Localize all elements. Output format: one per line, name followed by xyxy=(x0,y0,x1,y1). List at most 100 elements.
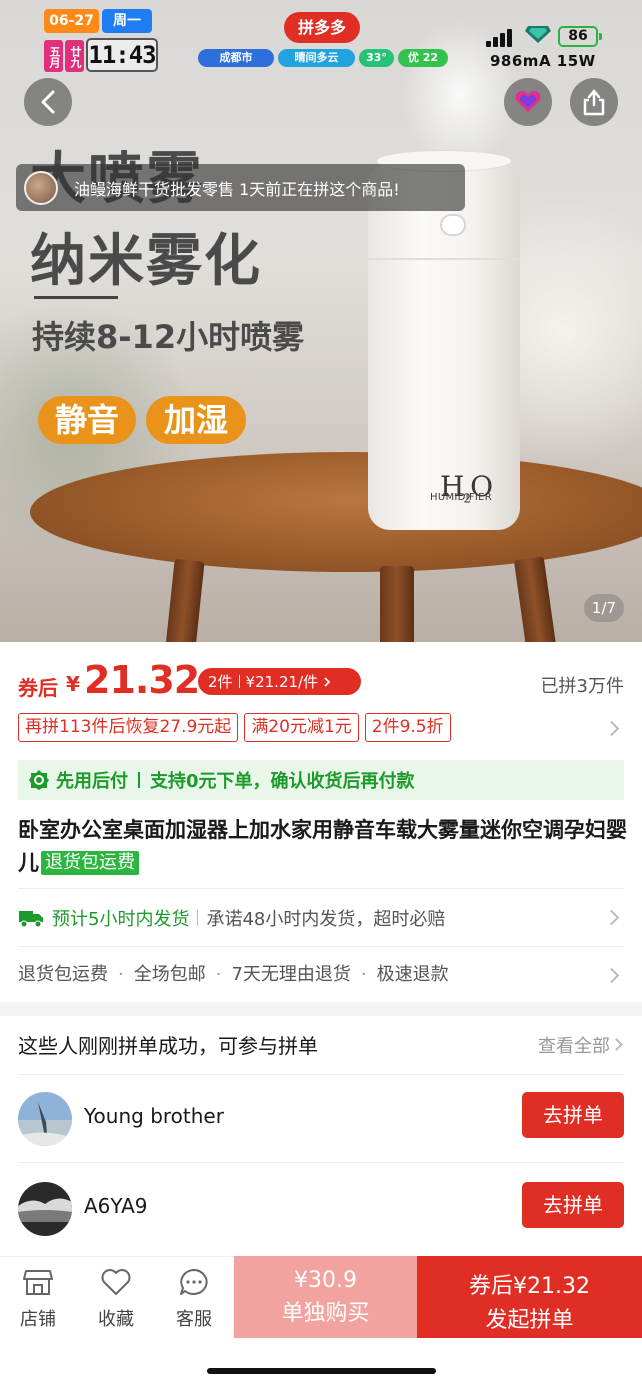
group-member-row: Young brother 去拼单 xyxy=(18,1090,624,1146)
feature-tag-quiet: 静音 xyxy=(38,396,136,444)
toast-text: 油鳗海鲜干货批发零售 1天前正在拼这个商品! xyxy=(74,179,400,199)
back-button[interactable] xyxy=(24,78,72,126)
member-name: A6YA9 xyxy=(84,1194,148,1218)
table-leg xyxy=(165,558,205,642)
service-item: 极速退款 xyxy=(376,964,449,985)
city-chip: 成都市 xyxy=(198,49,274,67)
store-button[interactable]: 店铺 xyxy=(2,1257,74,1339)
divider xyxy=(197,910,199,926)
service-item: 7天无理由退货 xyxy=(231,964,351,985)
share-icon xyxy=(583,89,605,116)
gem-icon xyxy=(525,26,551,43)
group-price: 券后¥21.32 xyxy=(469,1274,590,1299)
promotion-tags[interactable]: 再拼113件后恢复27.9元起 满20元减1元 2件9.5折 xyxy=(18,713,451,742)
currency-symbol: ¥ xyxy=(66,672,80,696)
service-row[interactable]: 退货包运费 · 全场包邮 · 7天无理由退货 · 极速退款 xyxy=(18,960,449,986)
air-quality-chip: 优 22 xyxy=(398,49,448,67)
headline-rule xyxy=(34,296,118,299)
weekday: 周一 xyxy=(102,9,152,33)
heart-icon xyxy=(101,1269,131,1295)
join-group-button[interactable]: 去拼单 xyxy=(522,1182,624,1228)
single-label: 单独购买 xyxy=(281,1301,370,1326)
divider xyxy=(18,1074,624,1075)
heart-pair-icon xyxy=(515,91,541,112)
signal-icon xyxy=(486,27,516,47)
member-name: Young brother xyxy=(84,1104,224,1128)
view-all-link[interactable]: 查看全部 xyxy=(538,1032,610,1058)
home-indicator[interactable] xyxy=(207,1368,436,1374)
group-label: 发起拼单 xyxy=(485,1308,574,1333)
avatar xyxy=(24,170,58,205)
humidifier-seam xyxy=(368,258,520,260)
image-pager: 1/7 xyxy=(584,594,624,622)
charging-info: 986mA 15W xyxy=(490,52,596,70)
date: 06-27 xyxy=(44,9,99,33)
table-leg xyxy=(380,566,414,642)
headline-sub: 持续8-12小时喷雾 xyxy=(32,318,305,356)
service-label: 客服 xyxy=(176,1309,212,1330)
product-title: 卧室办公室桌面加湿器上加水家用静音车载大雾量迷你空调孕妇婴儿 退货包运费 xyxy=(18,814,628,880)
share-button[interactable] xyxy=(570,78,618,126)
start-group-buy-button[interactable]: 券后¥21.32 发起拼单 xyxy=(417,1256,642,1338)
avatar xyxy=(18,1092,72,1146)
buy-single-button[interactable]: ¥30.9 单独购买 xyxy=(234,1256,417,1338)
lunar-date: 五月 廿九 xyxy=(44,40,84,72)
price-row: 券后 ¥ 21.32 2件 ¥21.21/件 已拼3万件 xyxy=(18,658,624,702)
shipping-estimate: 预计5小时内发货 xyxy=(52,909,190,930)
divider xyxy=(18,1162,624,1163)
after-coupon-label: 券后 xyxy=(18,676,58,700)
service-item: 全场包邮 xyxy=(133,964,206,985)
multi-buy-qty: 2件 xyxy=(208,673,233,691)
divider xyxy=(238,675,240,688)
weather-chip: 晴间多云 xyxy=(278,49,355,67)
promo-tag[interactable]: 2件9.5折 xyxy=(364,713,451,742)
store-label: 店铺 xyxy=(20,1309,56,1330)
join-group-button[interactable]: 去拼单 xyxy=(522,1092,624,1138)
group-buy-toast: 油鳗海鲜干货批发零售 1天前正在拼这个商品! xyxy=(16,164,465,211)
pay-later-banner[interactable]: 先用后付 支持0元下单，确认收货后再付款 xyxy=(18,760,624,800)
lunar-month: 五月 xyxy=(44,40,63,72)
store-icon xyxy=(23,1270,53,1295)
weather-chips: 成都市 晴间多云 33° 优 22 xyxy=(198,49,448,67)
headline-2: 纳米雾化 xyxy=(30,229,262,294)
service-item: 退货包运费 xyxy=(18,964,108,985)
favorite-button[interactable]: 收藏 xyxy=(80,1257,152,1339)
wooden-table xyxy=(30,452,642,572)
humidifier-button xyxy=(440,214,466,236)
customer-service-button[interactable]: 客服 xyxy=(158,1257,230,1339)
multi-buy-price: ¥21.21/件 xyxy=(245,673,319,691)
return-badge: 退货包运费 xyxy=(41,851,139,875)
truck-icon xyxy=(19,911,43,928)
battery-icon: 86 xyxy=(558,26,602,47)
shipping-row[interactable]: 预计5小时内发货 承诺48小时内发货，超时必赔 xyxy=(18,902,624,934)
share-circle-button[interactable] xyxy=(504,78,552,126)
chevron-right-icon xyxy=(324,676,331,687)
product-logo-sub: HUMIDIFIER xyxy=(430,492,493,503)
divider xyxy=(18,888,624,889)
promo-tag[interactable]: 再拼113件后恢复27.9元起 xyxy=(18,713,239,742)
divider xyxy=(18,946,624,947)
app-badge: 拼多多 xyxy=(284,12,360,43)
chevron-left-icon xyxy=(41,90,55,114)
chevron-right-icon[interactable] xyxy=(603,967,620,984)
promo-tag[interactable]: 满20元减1元 xyxy=(244,713,359,742)
group-section-title: 这些人刚刚拼单成功，可参与拼单 xyxy=(18,1034,318,1058)
chevron-right-icon[interactable] xyxy=(603,720,620,737)
single-price: ¥30.9 xyxy=(294,1268,357,1293)
pay-later-desc: 支持0元下单，确认收货后再付款 xyxy=(150,771,415,792)
multi-buy-badge[interactable]: 2件 ¥21.21/件 xyxy=(198,668,361,695)
group-member-row: A6YA9 去拼单 xyxy=(18,1180,624,1236)
pay-later-title: 先用后付 xyxy=(56,771,128,792)
status-bar: 06-27 周一 五月 廿九 11:43 拼多多 成都市 晴间多云 33° 优 … xyxy=(0,0,642,82)
avatar xyxy=(18,1182,72,1236)
favorite-label: 收藏 xyxy=(98,1309,134,1330)
divider xyxy=(138,772,140,788)
temperature-chip: 33° xyxy=(359,49,394,67)
sold-count: 已拼3万件 xyxy=(540,676,624,697)
lunar-day: 廿九 xyxy=(65,40,84,72)
price-value: 21.32 xyxy=(84,658,200,702)
section-gap xyxy=(0,1002,642,1016)
clock: 11:43 xyxy=(86,38,158,72)
shipping-promise: 承诺48小时内发货，超时必赔 xyxy=(206,909,446,930)
chevron-right-icon[interactable] xyxy=(610,1038,623,1051)
